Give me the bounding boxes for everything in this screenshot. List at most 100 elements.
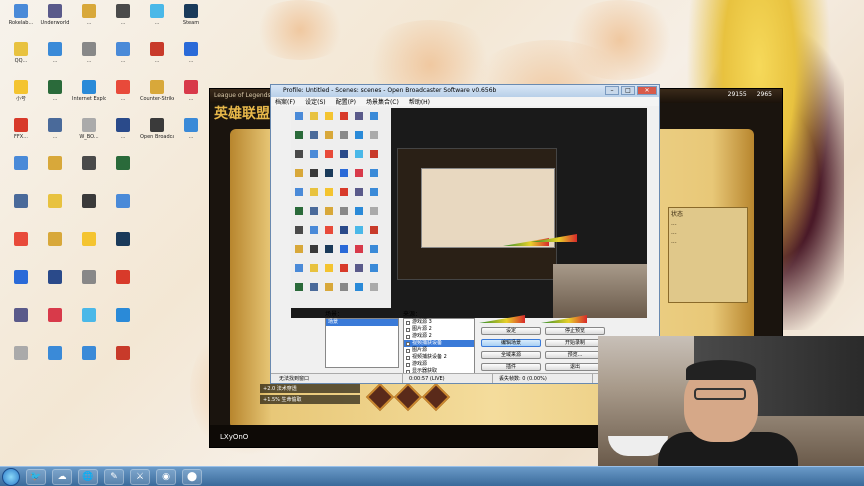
close-button[interactable]: ✕: [637, 86, 657, 95]
desktop-icon[interactable]: 小号: [4, 80, 38, 116]
scenes-list[interactable]: 场景: [325, 318, 399, 368]
desktop-icon[interactable]: W_BO...: [72, 118, 106, 154]
desktop-icon[interactable]: [4, 270, 38, 306]
obs-preview[interactable]: [291, 108, 647, 318]
desktop-icon[interactable]: Rokelab...: [4, 4, 38, 40]
source-checkbox[interactable]: [406, 362, 410, 367]
desktop-icon[interactable]: [38, 194, 72, 230]
desktop-icon[interactable]: [38, 308, 72, 344]
menu-settings[interactable]: 设定(S): [305, 97, 326, 106]
rune-slot[interactable]: [393, 382, 423, 412]
desktop-icon-image: [82, 194, 96, 208]
desktop-icon[interactable]: [72, 270, 106, 306]
exit-button[interactable]: 退出: [545, 363, 605, 371]
source-checkbox[interactable]: [406, 320, 410, 325]
source-checkbox[interactable]: [406, 334, 410, 339]
taskbar-app[interactable]: ✎: [104, 468, 124, 485]
desktop-icon[interactable]: [38, 232, 72, 268]
desktop-icon[interactable]: [4, 308, 38, 344]
taskbar-app[interactable]: ⬤: [182, 468, 202, 485]
rune-slot[interactable]: [421, 382, 451, 412]
source-item[interactable]: 视频捕获设备 2: [404, 354, 474, 361]
obs-titlebar: Profile: Untitled - Scenes: scenes - Ope…: [271, 85, 659, 97]
plugins-button[interactable]: 插件: [481, 363, 541, 371]
desktop-icon[interactable]: [106, 156, 140, 192]
source-item[interactable]: 视频捕获设备: [404, 340, 474, 347]
settings-button[interactable]: 设定: [481, 327, 541, 335]
desktop-icon[interactable]: [38, 156, 72, 192]
start-recording-button[interactable]: 开始录制: [545, 339, 605, 347]
desktop-icon[interactable]: ...: [72, 4, 106, 40]
desktop-icon[interactable]: ...: [106, 42, 140, 78]
desktop-icon[interactable]: ...: [106, 4, 140, 40]
taskbar-app[interactable]: 🐦: [26, 468, 46, 485]
taskbar-app[interactable]: ⚔: [130, 468, 150, 485]
desktop-icon[interactable]: [4, 194, 38, 230]
source-item[interactable]: 图片源: [404, 347, 474, 354]
desktop-icon-label: Rokelab...: [8, 20, 34, 26]
scene-item[interactable]: 场景: [326, 319, 398, 326]
preview-mini-icon: [295, 264, 303, 272]
desktop-icon[interactable]: [38, 270, 72, 306]
desktop-icon[interactable]: ...: [174, 118, 208, 154]
desktop-icon[interactable]: [4, 232, 38, 268]
source-checkbox[interactable]: [406, 341, 410, 346]
desktop-icon[interactable]: ...: [72, 42, 106, 78]
stop-preview-button[interactable]: 停止预览: [545, 327, 605, 335]
source-item[interactable]: 游戏源 3: [404, 319, 474, 326]
desktop-icon[interactable]: ...: [174, 42, 208, 78]
desktop-icon[interactable]: QQ...: [4, 42, 38, 78]
desktop-icon[interactable]: [106, 308, 140, 344]
rune-slot[interactable]: [365, 382, 395, 412]
sources-list[interactable]: 游戏源 3 图片源 2 游戏源 2 视频捕获设备 图片源 视频捕获设备 2 游戏源 显示器获取: [403, 318, 475, 376]
desktop-icon[interactable]: [4, 156, 38, 192]
menu-scene-collection[interactable]: 场景集合(C): [366, 97, 399, 106]
desktop-icon[interactable]: Open Broadcaster: [140, 118, 174, 154]
desktop-icon[interactable]: [72, 308, 106, 344]
desktop-icon[interactable]: [72, 232, 106, 268]
menu-help[interactable]: 帮助(H): [409, 97, 430, 106]
desktop-icon[interactable]: [4, 346, 38, 382]
desktop-icon[interactable]: [106, 346, 140, 382]
menu-file[interactable]: 档案(F): [275, 97, 295, 106]
desktop-icon[interactable]: ...: [106, 80, 140, 116]
desktop-icon[interactable]: Underworld: [38, 4, 72, 40]
desktop-icon[interactable]: ...: [174, 80, 208, 116]
minimize-button[interactable]: –: [605, 86, 619, 95]
desktop-icon[interactable]: ...: [140, 4, 174, 40]
rune-item[interactable]: +2.0 法术穿透: [260, 384, 360, 393]
desktop-icon[interactable]: [72, 346, 106, 382]
global-sources-button[interactable]: 全域来源: [481, 351, 541, 359]
desktop-icon[interactable]: Internet Explorer: [72, 80, 106, 116]
desktop-icon[interactable]: [106, 194, 140, 230]
edit-scene-button[interactable]: 编辑场景: [481, 339, 541, 347]
desktop-icon[interactable]: ...: [38, 42, 72, 78]
source-checkbox[interactable]: [406, 348, 410, 353]
desktop-icon[interactable]: Counter-Strike: [140, 80, 174, 116]
rune-item[interactable]: +1.5% 生命偷取: [260, 395, 360, 404]
source-item[interactable]: 游戏源: [404, 361, 474, 368]
source-label: 游戏源: [412, 361, 428, 367]
desktop-icon[interactable]: [72, 156, 106, 192]
source-checkbox[interactable]: [406, 327, 410, 332]
source-item[interactable]: 图片源 2: [404, 326, 474, 333]
taskbar-app[interactable]: ◉: [156, 468, 176, 485]
desktop-icon[interactable]: [72, 194, 106, 230]
preview-button[interactable]: 预览...: [545, 351, 605, 359]
taskbar-app[interactable]: ☁: [52, 468, 72, 485]
desktop-icon[interactable]: ...: [38, 118, 72, 154]
menu-profile[interactable]: 配置(P): [336, 97, 356, 106]
desktop-icon[interactable]: FFX...: [4, 118, 38, 154]
desktop-icon[interactable]: Steam: [174, 4, 208, 40]
taskbar-app[interactable]: 🌐: [78, 468, 98, 485]
desktop-icon[interactable]: ...: [38, 80, 72, 116]
desktop-icon[interactable]: [106, 232, 140, 268]
desktop-icon[interactable]: ...: [140, 42, 174, 78]
desktop-icon[interactable]: [38, 346, 72, 382]
desktop-icon[interactable]: ...: [106, 118, 140, 154]
maximize-button[interactable]: □: [621, 86, 635, 95]
start-button[interactable]: [2, 467, 20, 486]
source-item[interactable]: 游戏源 2: [404, 333, 474, 340]
desktop-icon[interactable]: [106, 270, 140, 306]
source-checkbox[interactable]: [406, 355, 410, 360]
